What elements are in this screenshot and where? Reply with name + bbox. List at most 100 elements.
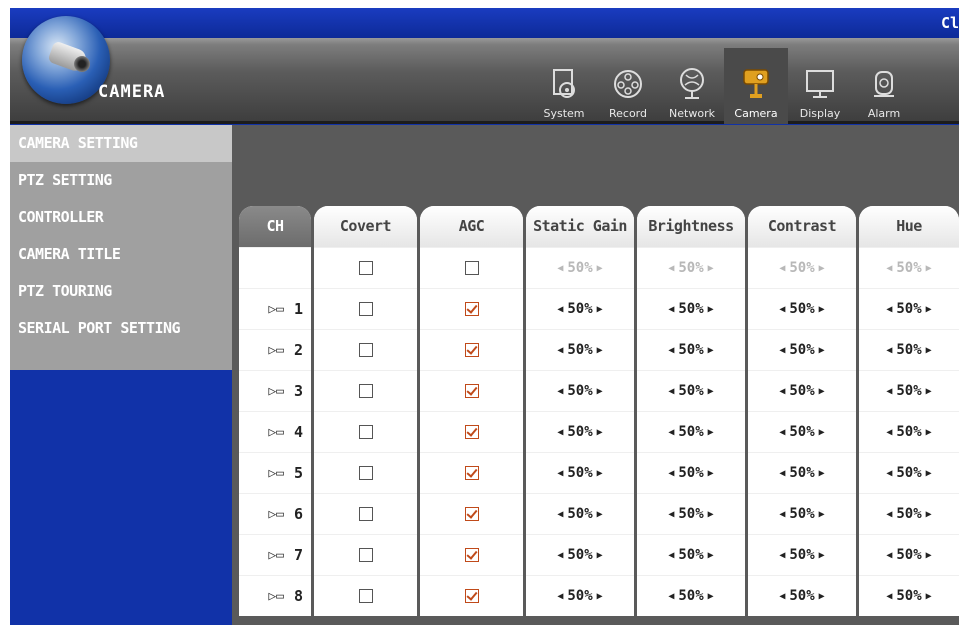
right-arrow-icon[interactable]: ▶	[708, 427, 714, 438]
value-cell[interactable]: ◀ 50% ▶	[526, 247, 634, 288]
covert-checkbox[interactable]	[358, 548, 373, 562]
left-arrow-icon[interactable]: ◀	[779, 550, 785, 561]
value-cell[interactable]: ◀ 50% ▶	[637, 493, 745, 534]
right-arrow-icon[interactable]: ▶	[819, 591, 825, 602]
right-arrow-icon[interactable]: ▶	[819, 427, 825, 438]
static_gain-spinner[interactable]: ◀ 50% ▶	[557, 506, 602, 522]
right-arrow-icon[interactable]: ▶	[708, 468, 714, 479]
tab-display[interactable]: Display	[788, 48, 852, 124]
left-arrow-icon[interactable]: ◀	[886, 591, 892, 602]
hue-spinner[interactable]: ◀ 50% ▶	[886, 301, 931, 317]
value-cell[interactable]: ◀ 50% ▶	[637, 288, 745, 329]
value-cell[interactable]: ◀ 50% ▶	[748, 534, 856, 575]
menu-item-controller[interactable]: CONTROLLER	[10, 199, 232, 236]
value-cell[interactable]: ◀ 50% ▶	[637, 411, 745, 452]
brightness-spinner[interactable]: ◀ 50% ▶	[668, 588, 713, 604]
value-cell[interactable]	[314, 288, 417, 329]
right-arrow-icon[interactable]: ▶	[819, 550, 825, 561]
value-cell[interactable]: ◀ 50% ▶	[526, 329, 634, 370]
right-arrow-icon[interactable]: ▶	[708, 304, 714, 315]
brightness-spinner[interactable]: ◀ 50% ▶	[668, 465, 713, 481]
right-arrow-icon[interactable]: ▶	[819, 468, 825, 479]
menu-item-camera-title[interactable]: CAMERA TITLE	[10, 236, 232, 273]
left-arrow-icon[interactable]: ◀	[886, 468, 892, 479]
left-arrow-icon[interactable]: ◀	[779, 304, 785, 315]
left-arrow-icon[interactable]: ◀	[557, 550, 563, 561]
left-arrow-icon[interactable]: ◀	[779, 427, 785, 438]
static_gain-spinner[interactable]: ◀ 50% ▶	[557, 260, 602, 276]
value-cell[interactable]	[314, 534, 417, 575]
menu-item-camera-setting[interactable]: CAMERA SETTING	[10, 125, 232, 162]
value-cell[interactable]: ◀ 50% ▶	[859, 247, 959, 288]
right-arrow-icon[interactable]: ▶	[926, 386, 932, 397]
left-arrow-icon[interactable]: ◀	[557, 263, 563, 274]
static_gain-spinner[interactable]: ◀ 50% ▶	[557, 588, 602, 604]
value-cell[interactable]: ◀ 50% ▶	[859, 534, 959, 575]
value-cell[interactable]: ◀ 50% ▶	[526, 288, 634, 329]
value-cell[interactable]: ◀ 50% ▶	[526, 575, 634, 616]
menu-item-serial-port-setting[interactable]: SERIAL PORT SETTING	[10, 310, 232, 347]
agc-checkbox[interactable]	[464, 589, 479, 603]
brightness-spinner[interactable]: ◀ 50% ▶	[668, 260, 713, 276]
hue-spinner[interactable]: ◀ 50% ▶	[886, 342, 931, 358]
brightness-spinner[interactable]: ◀ 50% ▶	[668, 547, 713, 563]
covert-checkbox[interactable]	[358, 302, 373, 316]
value-cell[interactable]	[420, 411, 523, 452]
agc-checkbox[interactable]	[464, 466, 479, 480]
agc-checkbox[interactable]	[464, 548, 479, 562]
left-arrow-icon[interactable]: ◀	[668, 304, 674, 315]
brightness-spinner[interactable]: ◀ 50% ▶	[668, 383, 713, 399]
value-cell[interactable]	[314, 247, 417, 288]
value-cell[interactable]: ◀ 50% ▶	[859, 370, 959, 411]
left-arrow-icon[interactable]: ◀	[668, 591, 674, 602]
agc-checkbox[interactable]	[464, 261, 479, 275]
left-arrow-icon[interactable]: ◀	[668, 509, 674, 520]
contrast-spinner[interactable]: ◀ 50% ▶	[779, 260, 824, 276]
left-arrow-icon[interactable]: ◀	[886, 509, 892, 520]
right-arrow-icon[interactable]: ▶	[597, 263, 603, 274]
right-arrow-icon[interactable]: ▶	[597, 386, 603, 397]
right-arrow-icon[interactable]: ▶	[708, 345, 714, 356]
left-arrow-icon[interactable]: ◀	[557, 304, 563, 315]
value-cell[interactable]	[420, 329, 523, 370]
value-cell[interactable]	[420, 493, 523, 534]
agc-checkbox[interactable]	[464, 384, 479, 398]
contrast-spinner[interactable]: ◀ 50% ▶	[779, 547, 824, 563]
left-arrow-icon[interactable]: ◀	[557, 509, 563, 520]
left-arrow-icon[interactable]: ◀	[557, 427, 563, 438]
right-arrow-icon[interactable]: ▶	[926, 509, 932, 520]
right-arrow-icon[interactable]: ▶	[708, 509, 714, 520]
left-arrow-icon[interactable]: ◀	[779, 345, 785, 356]
right-arrow-icon[interactable]: ▶	[597, 509, 603, 520]
left-arrow-icon[interactable]: ◀	[668, 427, 674, 438]
right-arrow-icon[interactable]: ▶	[597, 304, 603, 315]
brightness-spinner[interactable]: ◀ 50% ▶	[668, 342, 713, 358]
brightness-spinner[interactable]: ◀ 50% ▶	[668, 301, 713, 317]
value-cell[interactable]: ◀ 50% ▶	[526, 452, 634, 493]
value-cell[interactable]: ◀ 50% ▶	[526, 493, 634, 534]
value-cell[interactable]	[314, 452, 417, 493]
value-cell[interactable]: ◀ 50% ▶	[748, 575, 856, 616]
right-arrow-icon[interactable]: ▶	[926, 304, 932, 315]
tab-network[interactable]: Network	[660, 48, 724, 124]
value-cell[interactable]	[314, 329, 417, 370]
right-arrow-icon[interactable]: ▶	[926, 345, 932, 356]
tab-camera[interactable]: Camera	[724, 48, 788, 124]
left-arrow-icon[interactable]: ◀	[779, 386, 785, 397]
left-arrow-icon[interactable]: ◀	[886, 263, 892, 274]
right-arrow-icon[interactable]: ▶	[597, 345, 603, 356]
left-arrow-icon[interactable]: ◀	[557, 345, 563, 356]
value-cell[interactable]: ◀ 50% ▶	[637, 452, 745, 493]
hue-spinner[interactable]: ◀ 50% ▶	[886, 506, 931, 522]
right-arrow-icon[interactable]: ▶	[708, 591, 714, 602]
static_gain-spinner[interactable]: ◀ 50% ▶	[557, 547, 602, 563]
value-cell[interactable]: ◀ 50% ▶	[748, 493, 856, 534]
value-cell[interactable]: ◀ 50% ▶	[637, 247, 745, 288]
covert-checkbox[interactable]	[358, 261, 373, 275]
agc-checkbox[interactable]	[464, 343, 479, 357]
left-arrow-icon[interactable]: ◀	[886, 427, 892, 438]
value-cell[interactable]: ◀ 50% ▶	[859, 575, 959, 616]
contrast-spinner[interactable]: ◀ 50% ▶	[779, 588, 824, 604]
contrast-spinner[interactable]: ◀ 50% ▶	[779, 465, 824, 481]
right-arrow-icon[interactable]: ▶	[597, 591, 603, 602]
